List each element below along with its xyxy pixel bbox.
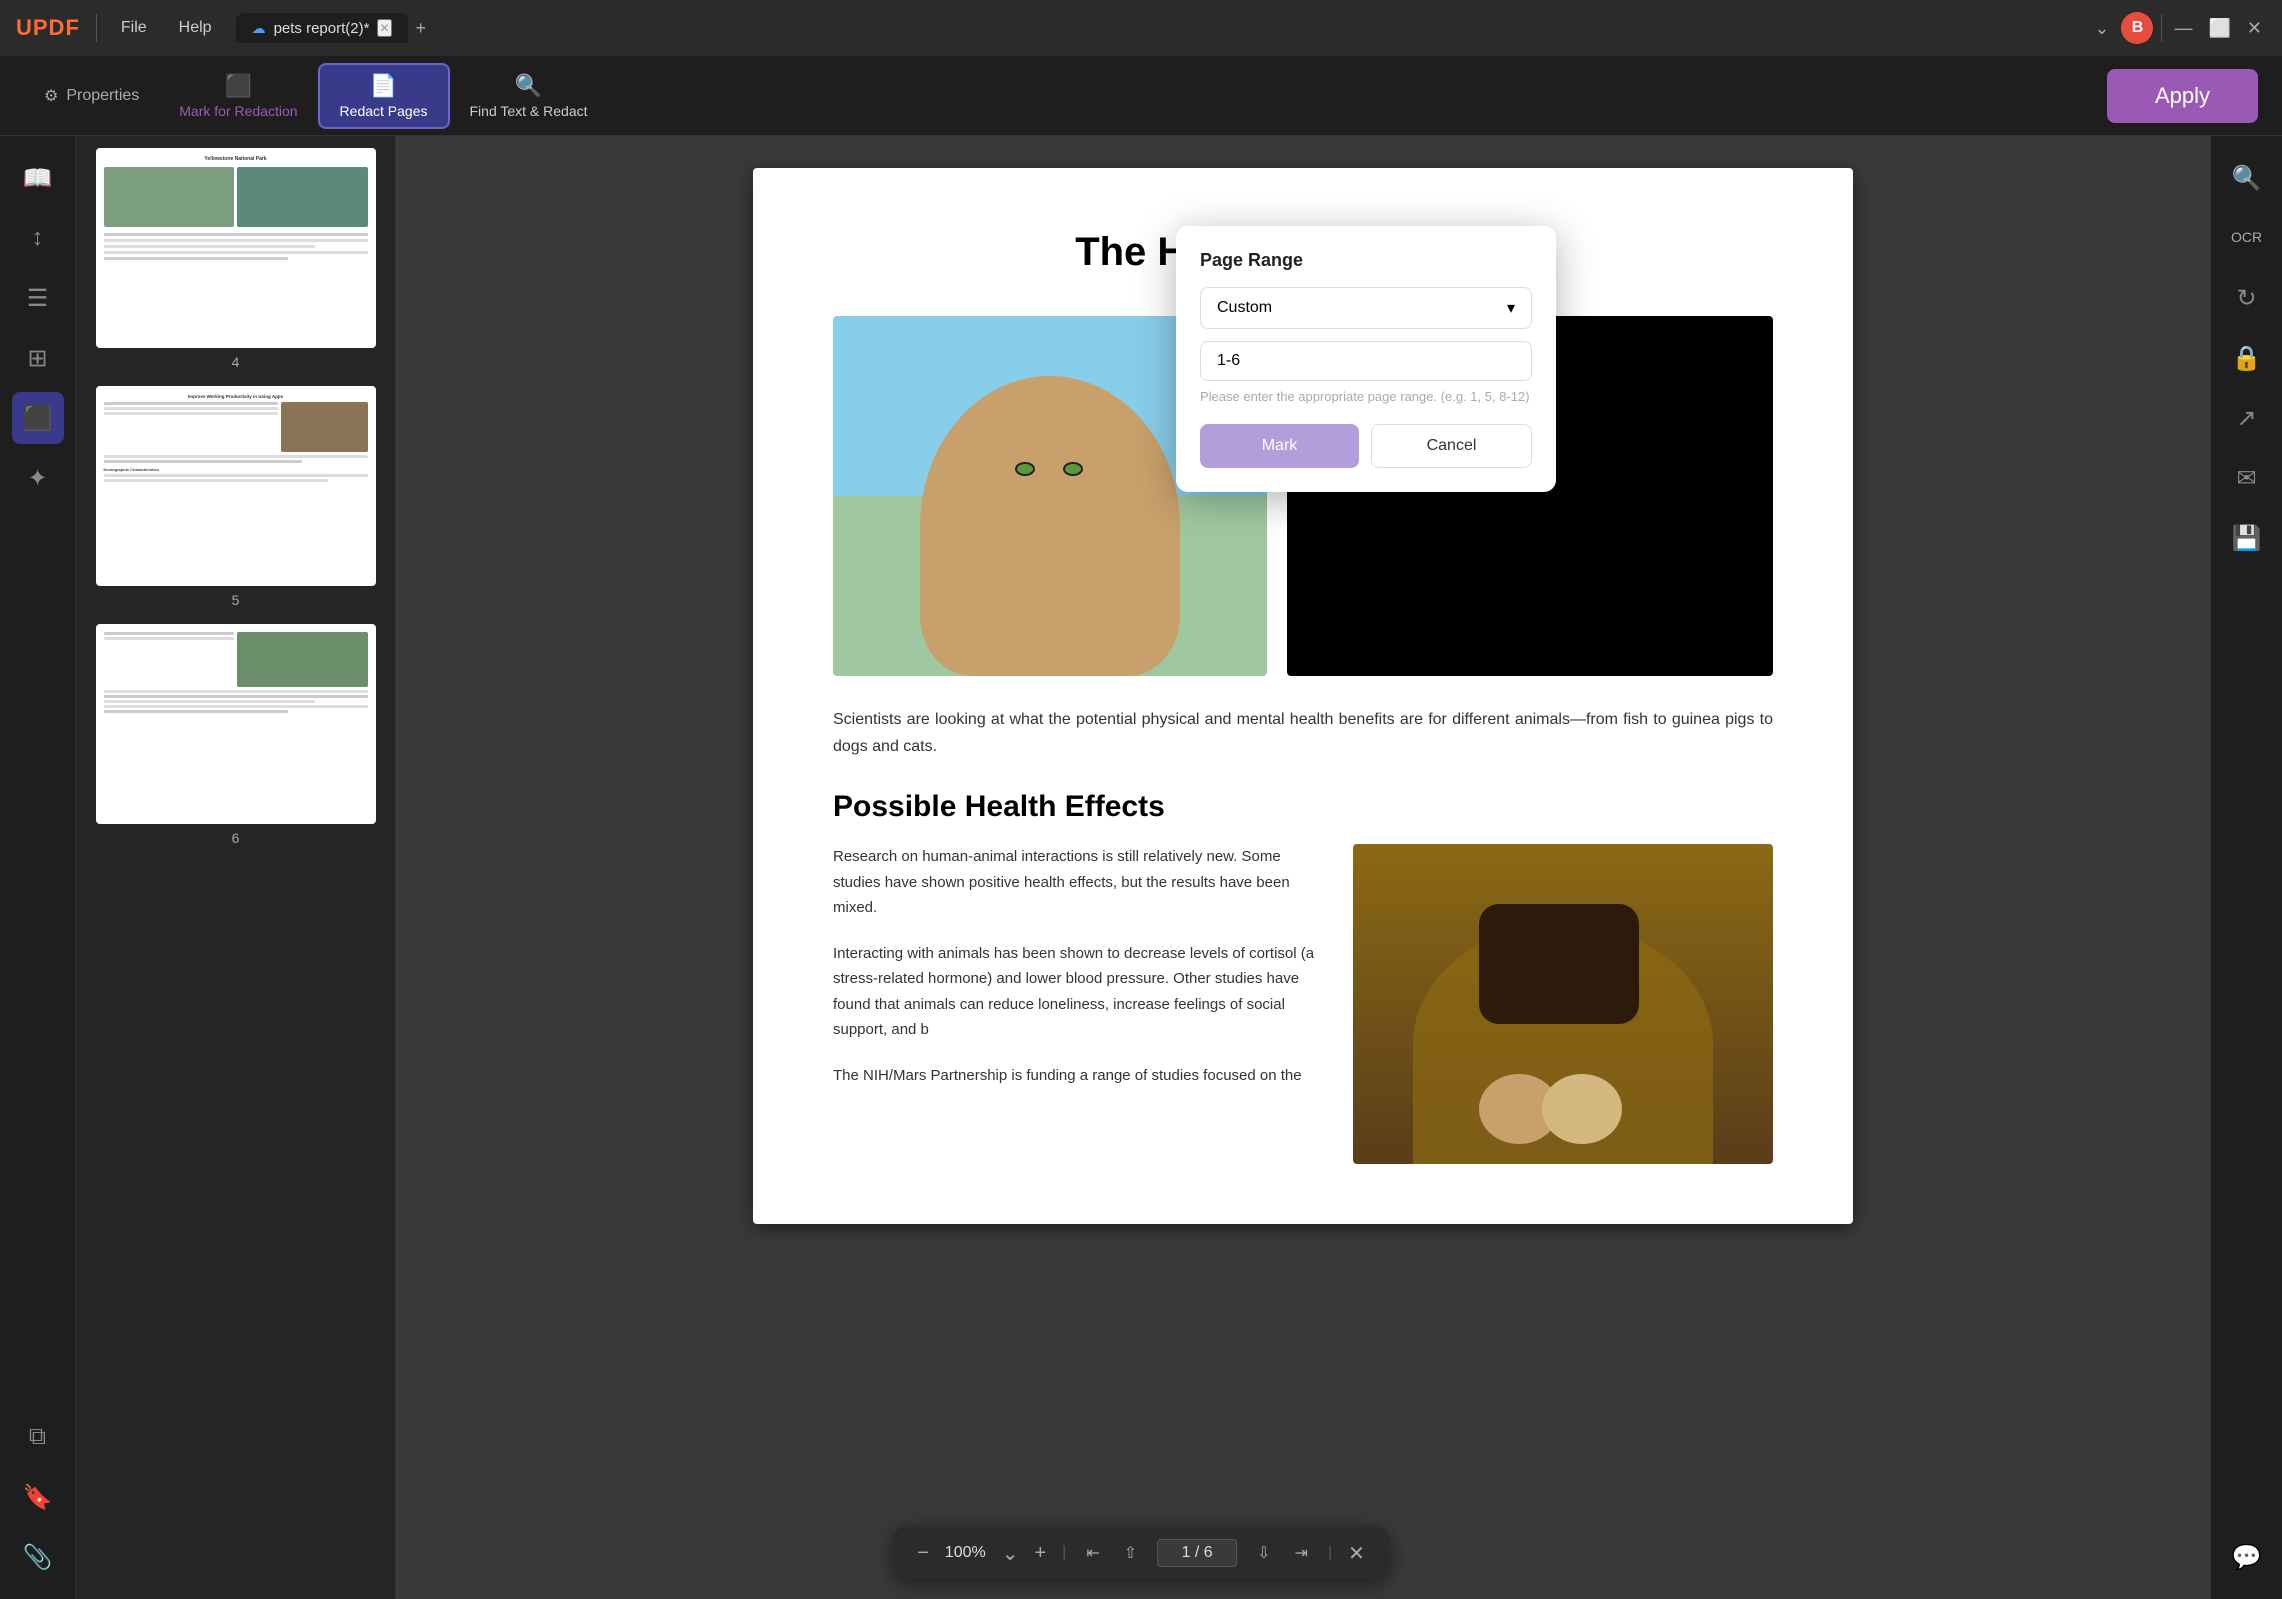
thumbnail-panel: Yellowstone National Park 4 Improv: [76, 136, 396, 1599]
titlebar: UPDF File Help ☁ pets report(2)* ✕ + ⌄ B…: [0, 0, 2282, 56]
health-para-1: Research on human-animal interactions is…: [833, 844, 1323, 921]
mark-redaction-icon: ⬛: [225, 73, 252, 99]
sidebar-pages-icon[interactable]: ⊞: [12, 332, 64, 384]
sidebar-list-icon[interactable]: ☰: [12, 272, 64, 324]
popup-hint: Please enter the appropriate page range.…: [1200, 389, 1532, 404]
redact-pages-label: Redact Pages: [340, 103, 428, 119]
avatar: B: [2121, 12, 2153, 44]
health-text-block: Research on human-animal interactions is…: [833, 844, 1323, 1164]
popup-title: Page Range: [1200, 250, 1532, 271]
zoom-level-display: 100%: [945, 1544, 986, 1562]
thumbnail-img-6: [96, 624, 376, 824]
find-redact-icon: 🔍: [515, 73, 542, 99]
right-mail-icon[interactable]: ✉: [2221, 452, 2273, 504]
minimize-button[interactable]: —: [2170, 14, 2196, 43]
sidebar-bookmark-icon[interactable]: 🔖: [12, 1471, 64, 1523]
sidebar-scroll-icon[interactable]: ↕: [12, 212, 64, 264]
cloud-icon: ☁: [252, 20, 266, 37]
first-page-button[interactable]: ⇤: [1082, 1539, 1103, 1567]
right-ocr-icon[interactable]: OCR: [2221, 212, 2273, 264]
dog-image: [1353, 844, 1773, 1164]
zoom-out-button[interactable]: −: [917, 1542, 929, 1565]
divider2: [2161, 14, 2162, 42]
next-page-button[interactable]: ⇩: [1253, 1539, 1274, 1567]
thumbnail-page-5[interactable]: Improve Working Productivity in Using Ap…: [88, 386, 383, 608]
redact-pages-button[interactable]: 📄 Redact Pages: [318, 63, 450, 129]
right-chat-icon[interactable]: 💬: [2221, 1531, 2273, 1583]
window-close-button[interactable]: ✕: [2243, 14, 2266, 43]
app-logo: UPDF: [16, 15, 80, 41]
left-sidebar: 📖 ↕ ☰ ⊞ ⬛ ✦ ⧉ 🔖 📎: [0, 136, 76, 1599]
intro-paragraph: Scientists are looking at what the poten…: [833, 706, 1773, 760]
right-lock-icon[interactable]: 🔒: [2221, 332, 2273, 384]
custom-select[interactable]: Custom ▾: [1200, 287, 1532, 329]
thumbnail-num-5: 5: [232, 592, 240, 608]
active-tab[interactable]: ☁ pets report(2)* ✕: [236, 13, 408, 43]
thumbnail-page-4[interactable]: Yellowstone National Park 4: [88, 148, 383, 370]
apply-button[interactable]: Apply: [2107, 69, 2258, 123]
last-page-button[interactable]: ⇥: [1291, 1539, 1312, 1567]
sidebar-redact-icon[interactable]: ⬛: [12, 392, 64, 444]
right-sidebar: 🔍 OCR ↻ 🔒 ↗ ✉ 💾 💬: [2210, 136, 2282, 1599]
health-para-3: The NIH/Mars Partnership is funding a ra…: [833, 1063, 1323, 1089]
thumbnail-img-5: Improve Working Productivity in Using Ap…: [96, 386, 376, 586]
chevron-down-button[interactable]: ⌄: [2090, 14, 2113, 43]
sidebar-attach-icon[interactable]: 📎: [12, 1531, 64, 1583]
maximize-button[interactable]: ⬜: [2204, 14, 2234, 43]
tab-area: ☁ pets report(2)* ✕ +: [236, 13, 2075, 43]
thumbnail-img-4: Yellowstone National Park: [96, 148, 376, 348]
right-search-icon[interactable]: 🔍: [2221, 152, 2273, 204]
redact-pages-icon: 📄: [370, 73, 397, 99]
page-display[interactable]: 1 / 6: [1157, 1539, 1237, 1567]
select-chevron: ▾: [1507, 298, 1515, 318]
properties-button[interactable]: ⚙ Properties: [24, 78, 159, 114]
thumbnail-num-6: 6: [232, 830, 240, 846]
help-menu[interactable]: Help: [171, 15, 220, 41]
right-share-icon[interactable]: ↗: [2221, 392, 2273, 444]
health-row: Research on human-animal interactions is…: [833, 844, 1773, 1164]
health-para-2: Interacting with animals has been shown …: [833, 941, 1323, 1043]
properties-icon: ⚙: [44, 86, 58, 106]
popup-buttons: Mark Cancel: [1200, 424, 1532, 468]
page-range-input[interactable]: [1200, 341, 1532, 381]
prev-page-button[interactable]: ⇧: [1120, 1539, 1141, 1567]
zoom-chevron-button[interactable]: ⌄: [1002, 1541, 1019, 1566]
sidebar-stamp-icon[interactable]: ✦: [12, 452, 64, 504]
right-convert-icon[interactable]: ↻: [2221, 272, 2273, 324]
bottom-bar: − 100% ⌄ + | ⇤ ⇧ 1 / 6 ⇩ ⇥ | ✕: [893, 1527, 1389, 1579]
find-redact-label: Find Text & Redact: [470, 103, 588, 119]
titlebar-controls: ⌄ B — ⬜ ✕: [2090, 12, 2266, 44]
tab-add-button[interactable]: +: [416, 18, 427, 39]
sidebar-reader-icon[interactable]: 📖: [12, 152, 64, 204]
titlebar-divider: [96, 14, 97, 42]
thumbnail-num-4: 4: [232, 354, 240, 370]
mark-redaction-label: Mark for Redaction: [179, 103, 297, 119]
page-range-popup: Page Range Custom ▾ Please enter the app…: [1176, 226, 1556, 492]
tab-close-button[interactable]: ✕: [377, 19, 391, 37]
separator-1: |: [1062, 1544, 1066, 1562]
tab-title: pets report(2)*: [274, 20, 370, 37]
mark-for-redaction-button[interactable]: ⬛ Mark for Redaction: [159, 65, 317, 127]
sidebar-layers-icon[interactable]: ⧉: [12, 1411, 64, 1463]
popup-mark-button[interactable]: Mark: [1200, 424, 1359, 468]
zoom-in-button[interactable]: +: [1034, 1542, 1046, 1565]
separator-2: |: [1328, 1544, 1332, 1562]
thumbnail-page-6[interactable]: 6: [88, 624, 383, 846]
content-area: The Health and Benefits Scientists are l…: [396, 136, 2210, 1599]
main-layout: 📖 ↕ ☰ ⊞ ⬛ ✦ ⧉ 🔖 📎 Yellowstone National P…: [0, 136, 2282, 1599]
close-bottom-button[interactable]: ✕: [1348, 1541, 1365, 1566]
properties-label: Properties: [66, 87, 139, 105]
popup-cancel-button[interactable]: Cancel: [1371, 424, 1532, 468]
toolbar: ⚙ Properties ⬛ Mark for Redaction 📄 Reda…: [0, 56, 2282, 136]
right-save-icon[interactable]: 💾: [2221, 512, 2273, 564]
file-menu[interactable]: File: [113, 15, 155, 41]
find-text-redact-button[interactable]: 🔍 Find Text & Redact: [450, 65, 608, 127]
select-value: Custom: [1217, 299, 1272, 317]
health-section-title: Possible Health Effects: [833, 790, 1773, 824]
